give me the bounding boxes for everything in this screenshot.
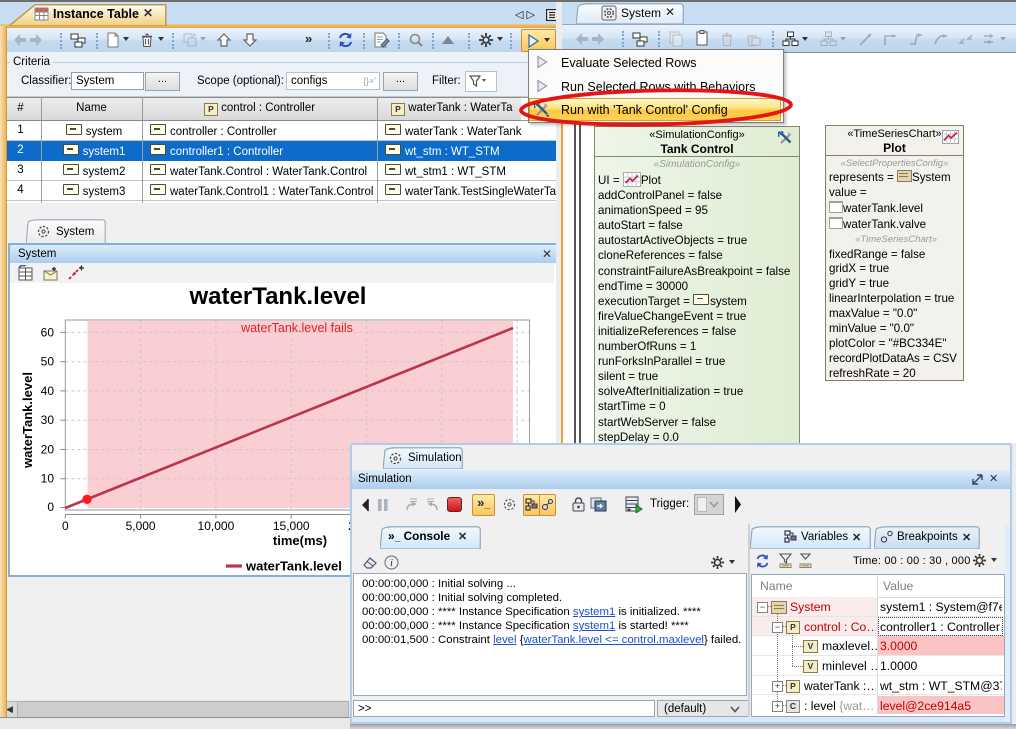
svg-text:time(ms): time(ms) [273,533,327,548]
svg-text:i: i [390,558,393,569]
svg-text:waterTank.level: waterTank.level [20,372,35,469]
svg-text:15,000: 15,000 [273,519,310,533]
svg-text:30: 30 [41,413,55,427]
svg-text:20: 20 [41,443,55,457]
svg-text:5,000: 5,000 [126,519,156,533]
svg-text:waterTank.level: waterTank.level [245,559,342,574]
svg-text:40: 40 [41,384,55,398]
svg-text:10,000: 10,000 [198,519,235,533]
svg-text:0: 0 [47,500,54,514]
svg-text:waterTank.level fails: waterTank.level fails [240,321,353,335]
svg-text:50: 50 [41,355,55,369]
svg-text:10: 10 [41,472,55,486]
svg-text:0: 0 [62,519,69,533]
svg-text:60: 60 [41,325,55,339]
